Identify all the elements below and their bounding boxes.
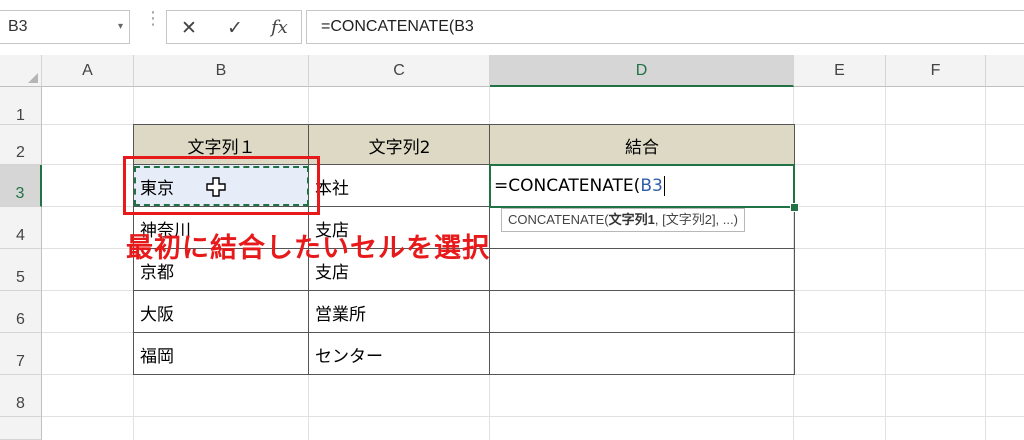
row-header-5[interactable]: 5	[0, 249, 42, 291]
gridline	[885, 87, 886, 440]
formula-input[interactable]: =CONCATENATE(B3	[306, 10, 1024, 44]
formula-text: =CONCATENATE(B3	[321, 18, 474, 35]
insert-function-icon[interactable]: fx	[271, 17, 288, 38]
chevron-down-icon[interactable]: ▾	[118, 21, 123, 32]
function-tooltip[interactable]: CONCATENATE(文字列1, [文字列2], ...)	[501, 208, 745, 232]
column-header-c[interactable]: C	[309, 55, 490, 87]
column-header-b[interactable]: B	[134, 55, 309, 87]
row-header-4[interactable]: 4	[0, 207, 42, 249]
cell-b6[interactable]: 大阪	[134, 291, 309, 333]
cell-c7[interactable]: センター	[309, 333, 490, 375]
tooltip-current-arg: 文字列1	[608, 212, 655, 227]
row-header-2[interactable]: 2	[0, 125, 42, 165]
column-header-a[interactable]: A	[42, 55, 134, 87]
table-border	[794, 124, 795, 375]
cell-c3[interactable]: 本社	[309, 165, 490, 207]
row-header-3[interactable]: 3	[0, 165, 42, 207]
cell-c6[interactable]: 営業所	[309, 291, 490, 333]
fill-handle[interactable]	[790, 203, 799, 212]
row-header-6[interactable]: 6	[0, 291, 42, 333]
select-all-icon	[28, 73, 38, 83]
row-header-1[interactable]: 1	[0, 87, 42, 125]
table-header-cell[interactable]: 文字列2	[309, 125, 490, 165]
column-header-f[interactable]: F	[886, 55, 986, 87]
formula-buttons: ✕ ✓ fx	[166, 10, 302, 44]
active-cell-border	[489, 164, 795, 208]
table-border	[133, 290, 795, 291]
tooltip-rest: , [文字列2], ...)	[654, 212, 738, 227]
formula-bar: B3 ▾ ⋮ ✕ ✓ fx =CONCATENATE(B3	[0, 0, 1024, 56]
highlight-box	[123, 156, 320, 215]
select-all-button[interactable]	[0, 55, 42, 87]
tooltip-func[interactable]: CONCATENATE(	[508, 212, 609, 227]
drag-handle-icon[interactable]: ⋮	[144, 10, 162, 28]
table-border	[133, 332, 795, 333]
row-header-9[interactable]	[0, 417, 42, 440]
row-header-7[interactable]: 7	[0, 333, 42, 375]
gridline	[42, 416, 1024, 417]
table-border	[133, 374, 795, 375]
column-header-e[interactable]: E	[794, 55, 886, 87]
check-icon[interactable]: ✓	[227, 17, 243, 39]
annotation-text: 最初に結合したいセルを選択	[126, 233, 490, 264]
cell-b7[interactable]: 福岡	[134, 333, 309, 375]
table-header-cell[interactable]: 結合	[490, 125, 794, 165]
name-box-value: B3	[8, 18, 28, 35]
cancel-icon[interactable]: ✕	[181, 17, 197, 39]
table-border	[133, 124, 795, 125]
column-header-g[interactable]	[986, 55, 1024, 87]
column-header-d[interactable]: D	[490, 55, 794, 87]
gridline	[985, 87, 986, 440]
name-box[interactable]: B3 ▾	[0, 10, 130, 44]
row-header-8[interactable]: 8	[0, 375, 42, 417]
